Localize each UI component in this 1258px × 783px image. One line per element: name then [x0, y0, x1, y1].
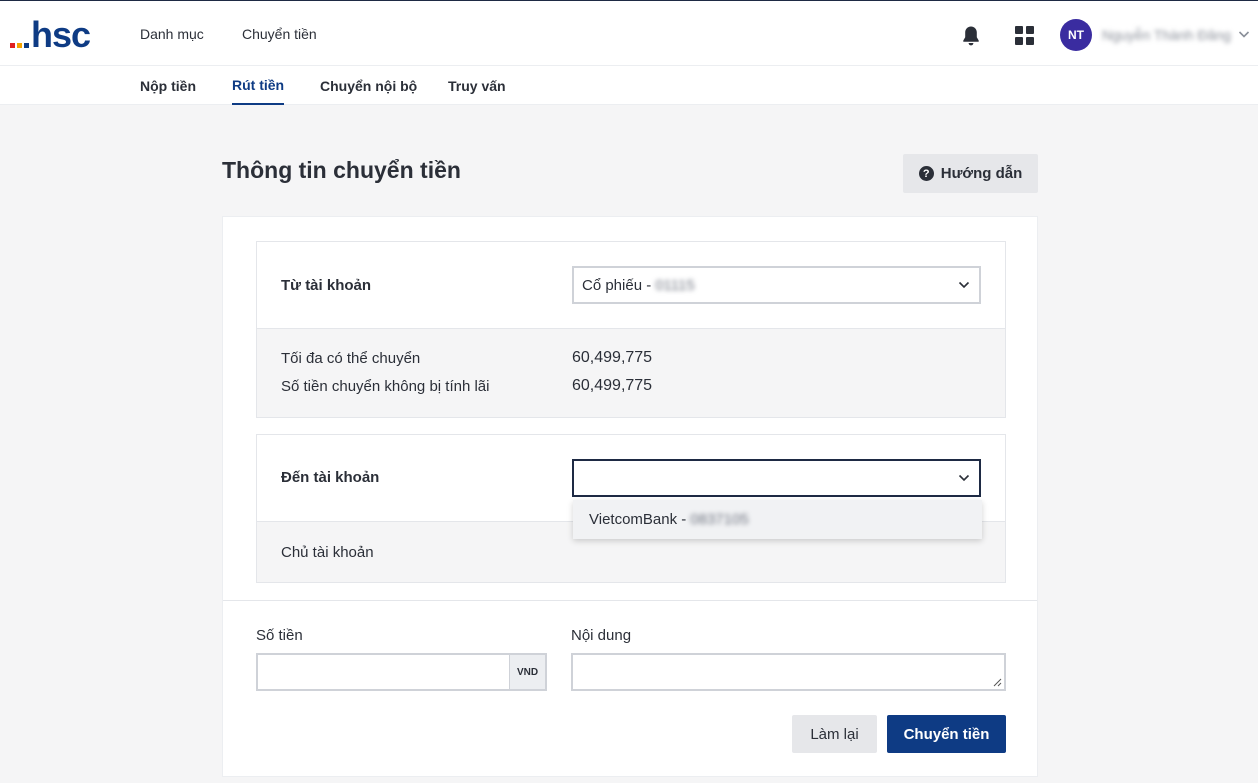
- max-transfer-value: 60,499,775: [572, 349, 653, 366]
- interest-free-label: Số tiền chuyển không bị tính lãi: [281, 378, 490, 395]
- option-bank-name: VietcomBank -: [589, 511, 687, 528]
- transfer-form-card: Từ tài khoản Cổ phiếu - 01115 Tối đa có …: [222, 216, 1038, 777]
- avatar[interactable]: NT: [1060, 19, 1092, 51]
- chevron-down-icon: [958, 474, 970, 482]
- tab-chuyen-noi-bo[interactable]: Chuyển nội bộ: [320, 66, 417, 105]
- tab-nop-tien[interactable]: Nộp tiền: [140, 66, 196, 105]
- top-header: hsc Danh mục Chuyển tiền NT Nguyễn Thành…: [0, 0, 1258, 66]
- content-label: Nội dung: [571, 627, 632, 644]
- chevron-down-icon[interactable]: [1238, 29, 1250, 39]
- from-account-details: Tối đa có thể chuyển 60,499,775 Số tiền …: [257, 328, 1005, 417]
- guide-button-label: Hướng dẫn: [940, 165, 1023, 182]
- to-account-select[interactable]: [572, 459, 981, 497]
- amount-field[interactable]: VND: [256, 653, 547, 691]
- guide-button[interactable]: ? Hướng dẫn: [903, 154, 1038, 193]
- to-account-option-vietcombank[interactable]: VietcomBank - 0837105: [573, 500, 982, 539]
- from-account-selected: Cổ phiếu -: [582, 276, 652, 294]
- logo-text: hsc: [31, 14, 91, 55]
- max-transfer-label: Tối đa có thể chuyển: [281, 350, 421, 367]
- hsc-logo[interactable]: hsc: [10, 14, 91, 55]
- bell-icon[interactable]: [961, 25, 981, 47]
- account-owner-label: Chủ tài khoản: [281, 544, 374, 561]
- logo-bar-red: [10, 43, 15, 48]
- page-title: Thông tin chuyển tiền: [222, 157, 461, 183]
- logo-bar-blue: [24, 43, 29, 48]
- nav-chuyen-tien[interactable]: Chuyển tiền: [242, 1, 317, 67]
- to-account-label: Đến tài khoản: [281, 469, 380, 486]
- amount-label: Số tiền: [256, 627, 303, 644]
- tab-rut-tien[interactable]: Rút tiền: [232, 66, 285, 105]
- from-account-number-masked: 01115: [655, 276, 695, 294]
- amount-input[interactable]: [258, 655, 508, 689]
- username[interactable]: Nguyễn Thành Đăng: [1102, 27, 1231, 43]
- from-account-select[interactable]: Cổ phiếu - 01115: [572, 266, 981, 304]
- sub-navigation: Nộp tiền Rút tiền Chuyển nội bộ Truy vấn: [0, 66, 1258, 105]
- logo-bars: [10, 43, 29, 48]
- nav-danh-muc[interactable]: Danh mục: [140, 1, 204, 67]
- tab-truy-van[interactable]: Truy vấn: [448, 66, 506, 105]
- from-account-box: Từ tài khoản Cổ phiếu - 01115 Tối đa có …: [256, 241, 1006, 418]
- section-divider: [223, 600, 1037, 601]
- content-textarea[interactable]: [571, 653, 1006, 691]
- reset-button[interactable]: Làm lại: [792, 715, 877, 753]
- interest-free-value: 60,499,775: [572, 377, 653, 394]
- apps-grid-icon[interactable]: [1015, 26, 1034, 45]
- logo-bar-yellow: [17, 43, 22, 48]
- chevron-down-icon: [958, 281, 970, 289]
- transfer-submit-button[interactable]: Chuyển tiền: [887, 715, 1006, 753]
- from-account-label: Từ tài khoản: [281, 277, 372, 294]
- resize-handle-icon[interactable]: [992, 677, 1002, 687]
- currency-label: VND: [509, 655, 545, 689]
- help-icon: ?: [918, 166, 934, 181]
- option-account-number-masked: 0837105: [690, 511, 749, 528]
